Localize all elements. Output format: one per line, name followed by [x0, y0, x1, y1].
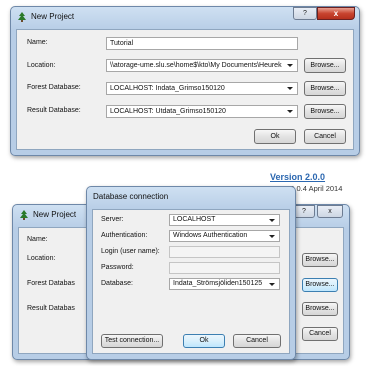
chevron-down-icon [287, 64, 293, 67]
app-icon [18, 12, 26, 22]
location-value: \\atorage-ume.slu.se\home$\kto\My Docume… [110, 62, 282, 69]
dialog-body: Server: LOCALHOST Authentication: Window… [92, 209, 290, 354]
dialog-body: Name: Tutorial Location: \\atorage-ume.s… [16, 29, 354, 150]
version-heading: Version 2.0.0 [270, 172, 326, 182]
window-title: New Project [31, 12, 75, 21]
location-combo[interactable]: \\atorage-ume.slu.se\home$\kto\My Docume… [106, 59, 298, 72]
help-button[interactable]: ? [293, 205, 315, 218]
result-browse-button[interactable]: Browse... [302, 302, 338, 316]
login-label: Login (user name): [101, 248, 160, 255]
name-label: Name: [27, 236, 48, 243]
window-title: Database connection [93, 192, 169, 201]
database-connection-window: Database connection Server: LOCALHOST Au… [86, 186, 296, 360]
name-field[interactable]: Tutorial [106, 37, 298, 50]
forest-database-combo[interactable]: LOCALHOST: Indata_Grimso150120 [106, 82, 298, 95]
ok-button[interactable]: Ok [254, 129, 296, 144]
location-label: Location: [27, 255, 56, 262]
location-label: Location: [27, 62, 56, 69]
result-database-combo[interactable]: LOCALHOST: Utdata_Grimso150120 [106, 105, 298, 118]
authentication-value: Windows Authentication [173, 232, 248, 239]
login-field[interactable] [169, 246, 280, 258]
authentication-label: Authentication: [101, 232, 148, 239]
chevron-down-icon [269, 283, 275, 286]
result-database-label: Result Database: [27, 107, 81, 114]
test-connection-button[interactable]: Test connection... [101, 334, 163, 348]
server-value: LOCALHOST [173, 216, 216, 223]
server-combo[interactable]: LOCALHOST [169, 214, 280, 226]
chevron-down-icon [269, 219, 275, 222]
authentication-combo[interactable]: Windows Authentication [169, 230, 280, 242]
app-icon [20, 210, 28, 220]
forest-database-value: LOCALHOST: Indata_Grimso150120 [110, 85, 225, 92]
title-bar[interactable]: Database connection [87, 187, 295, 207]
chevron-down-icon [287, 87, 293, 90]
ok-button[interactable]: Ok [183, 334, 225, 348]
new-project-window: New Project ? x Name: Tutorial Location:… [10, 6, 360, 156]
database-combo[interactable]: Indata_Strömsjöliden150125 [169, 278, 280, 290]
cancel-button[interactable]: Cancel [304, 129, 346, 144]
name-label: Name: [27, 39, 48, 46]
location-browse-button[interactable]: Browse... [302, 253, 338, 267]
location-browse-button[interactable]: Browse... [304, 58, 346, 73]
chevron-down-icon [269, 235, 275, 238]
forest-browse-button[interactable]: Browse... [304, 81, 346, 96]
result-database-value: LOCALHOST: Utdata_Grimso150120 [110, 108, 226, 115]
forest-database-label: Forest Database: [27, 84, 81, 91]
database-label: Database: [101, 280, 133, 287]
forest-browse-button[interactable]: Browse... [302, 278, 338, 292]
result-browse-button[interactable]: Browse... [304, 104, 346, 119]
close-button[interactable]: x [317, 205, 343, 218]
title-bar[interactable]: New Project ? x [11, 7, 359, 27]
cancel-button[interactable]: Cancel [233, 334, 281, 348]
cancel-button[interactable]: Cancel [302, 327, 338, 341]
server-label: Server: [101, 216, 124, 223]
result-database-label: Result Databas [27, 305, 75, 312]
forest-database-label: Forest Databas [27, 280, 75, 287]
close-button[interactable]: x [317, 7, 355, 20]
window-title: New Project [33, 210, 77, 219]
password-label: Password: [101, 264, 134, 271]
password-field[interactable] [169, 262, 280, 274]
help-button[interactable]: ? [293, 7, 317, 20]
chevron-down-icon [287, 110, 293, 113]
database-value: Indata_Strömsjöliden150125 [173, 280, 263, 287]
